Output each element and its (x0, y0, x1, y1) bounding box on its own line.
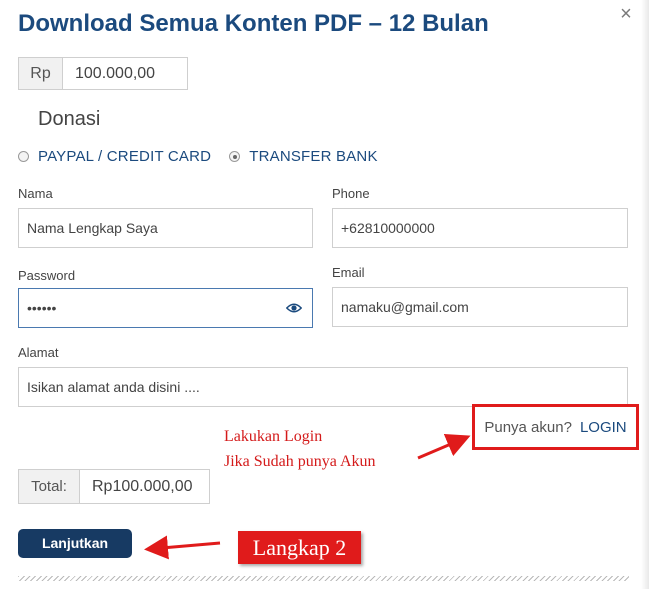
dialog-edge-shadow (641, 0, 649, 589)
email-label: Email (332, 265, 365, 280)
payment-option-label: TRANSFER BANK (249, 148, 378, 165)
phone-value: +62810000000 (341, 220, 435, 236)
address-label: Alamat (18, 345, 59, 360)
payment-method-group: PAYPAL / CREDIT CARD TRANSFER BANK (18, 148, 396, 165)
phone-field[interactable]: +62810000000 (332, 208, 628, 248)
arrow-to-continue-icon (144, 535, 221, 560)
continue-button[interactable]: Lanjutkan (18, 529, 132, 558)
arrow-to-login-icon (417, 434, 471, 460)
payment-option-label: PAYPAL / CREDIT CARD (38, 148, 212, 165)
login-question: Punya akun? (484, 418, 572, 436)
radio-paypal[interactable] (18, 151, 29, 162)
password-value: •••••• (27, 300, 57, 316)
name-label: Nama (18, 186, 53, 201)
total-group: Total: Rp100.000,00 (18, 469, 210, 504)
payment-option-paypal[interactable]: PAYPAL / CREDIT CARD (18, 148, 211, 165)
dialog-title: Download Semua Konten PDF – 12 Bulan (18, 10, 489, 37)
eye-icon[interactable] (286, 302, 302, 314)
amount-input[interactable]: 100.000,00 (63, 57, 188, 90)
radio-transfer-bank[interactable] (229, 151, 241, 162)
close-icon[interactable]: × (616, 4, 636, 24)
payment-dialog: Download Semua Konten PDF – 12 Bulan × R… (0, 0, 649, 589)
total-value: Rp100.000,00 (80, 469, 210, 504)
payment-option-transfer-bank[interactable]: TRANSFER BANK (229, 148, 377, 165)
annotation-step-badge: Langkap 2 (238, 531, 361, 564)
annotation-login-line1: Lakukan Login (224, 428, 323, 445)
login-link[interactable]: LOGIN (580, 419, 627, 436)
email-value: namaku@gmail.com (341, 299, 469, 315)
password-label: Password (18, 268, 76, 283)
donation-heading: Donasi (38, 108, 101, 130)
address-field[interactable]: Isikan alamat anda disini .... (18, 367, 628, 407)
email-field[interactable]: namaku@gmail.com (332, 287, 628, 327)
login-prompt-highlight: Punya akun? LOGIN (472, 404, 639, 450)
name-field[interactable]: Nama Lengkap Saya (18, 208, 313, 248)
password-field[interactable]: •••••• (18, 288, 313, 328)
address-value: Isikan alamat anda disini .... (27, 379, 200, 395)
amount-group: Rp 100.000,00 (18, 57, 188, 90)
currency-prefix: Rp (18, 57, 63, 90)
total-label: Total: (18, 469, 80, 504)
annotation-login-line2: Jika Sudah punya Akun (224, 453, 376, 470)
phone-label: Phone (332, 186, 370, 201)
hatched-divider (18, 576, 629, 581)
name-value: Nama Lengkap Saya (27, 220, 158, 236)
